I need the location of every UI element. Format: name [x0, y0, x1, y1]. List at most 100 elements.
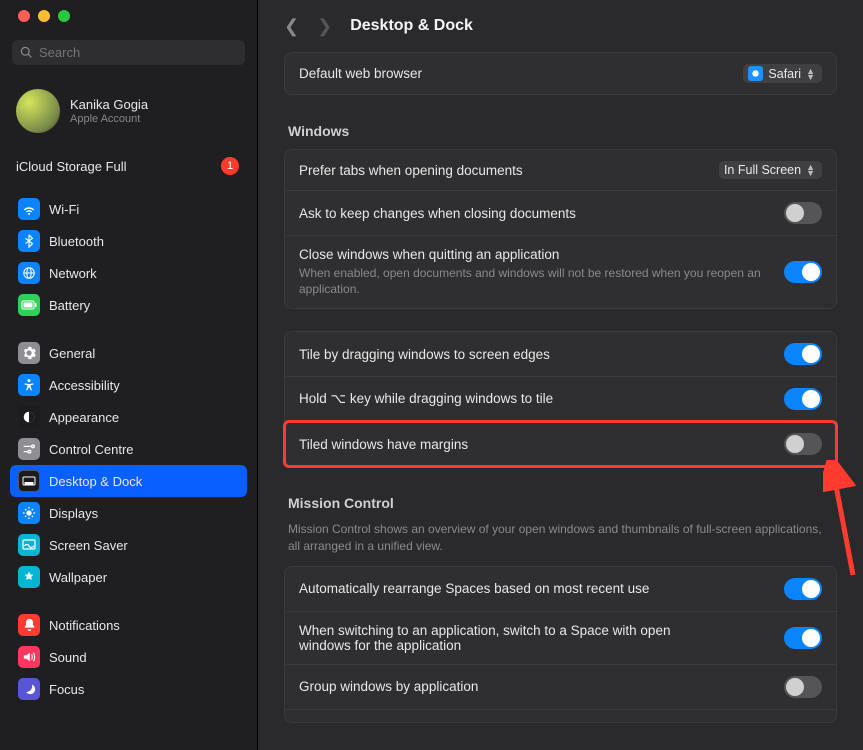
sidebar-item-label: Focus: [49, 682, 84, 697]
accessibility-icon: [18, 374, 40, 396]
sidebar-item-desktop-dock[interactable]: Desktop & Dock: [10, 465, 247, 497]
icloud-badge: 1: [221, 157, 239, 175]
close-windows-label: Close windows when quitting an applicati…: [299, 247, 772, 262]
windows-group-1: Prefer tabs when opening documents In Fu…: [284, 149, 837, 309]
sidebar-item-label: Sound: [49, 650, 87, 665]
sidebar-item-label: General: [49, 346, 95, 361]
mission-heading: Mission Control: [284, 489, 837, 521]
battery-icon: [18, 294, 40, 316]
focus-icon: [18, 678, 40, 700]
account-name: Kanika Gogia: [70, 97, 148, 114]
sidebar-item-label: Bluetooth: [49, 234, 104, 249]
default-browser-row: Default web browser Safari ▲▼: [285, 53, 836, 94]
displays-icon: [18, 502, 40, 524]
sidebar-item-label: Wi-Fi: [49, 202, 79, 217]
window-controls: [0, 10, 257, 36]
bluetooth-icon: [18, 230, 40, 252]
tiled-margins-label: Tiled windows have margins: [299, 437, 468, 452]
prefer-tabs-label: Prefer tabs when opening documents: [299, 163, 523, 178]
sidebar-item-wallpaper[interactable]: Wallpaper: [10, 561, 247, 593]
wallpaper-icon: [18, 566, 40, 588]
sidebar-item-focus[interactable]: Focus: [10, 673, 247, 705]
sidebar-item-displays[interactable]: Displays: [10, 497, 247, 529]
tile-drag-switch[interactable]: [784, 343, 822, 365]
default-browser-group: Default web browser Safari ▲▼: [284, 52, 837, 95]
mission-sub: Mission Control shows an overview of you…: [284, 521, 837, 565]
group-windows-row: Group windows by application: [285, 665, 836, 710]
wifi-icon: [18, 198, 40, 220]
sidebar-item-label: Battery: [49, 298, 90, 313]
default-browser-select[interactable]: Safari ▲▼: [743, 64, 822, 83]
ask-keep-row: Ask to keep changes when closing documen…: [285, 191, 836, 236]
sidebar-item-label: Wallpaper: [49, 570, 107, 585]
sidebar-item-label: Network: [49, 266, 97, 281]
close-windows-row: Close windows when quitting an applicati…: [285, 236, 836, 308]
auto-rearrange-row: Automatically rearrange Spaces based on …: [285, 567, 836, 612]
group-windows-switch[interactable]: [784, 676, 822, 698]
sidebar-item-label: Screen Saver: [49, 538, 128, 553]
windows-heading: Windows: [284, 117, 837, 149]
chevron-updown-icon: ▲▼: [806, 68, 815, 80]
icloud-storage-row[interactable]: iCloud Storage Full 1: [0, 151, 257, 193]
search-field[interactable]: [39, 45, 237, 60]
prefer-tabs-select[interactable]: In Full Screen ▲▼: [719, 161, 822, 179]
search-icon: [20, 46, 33, 59]
network-icon: [18, 262, 40, 284]
mission-group: Automatically rearrange Spaces based on …: [284, 566, 837, 723]
ask-keep-switch[interactable]: [784, 202, 822, 224]
gear-icon: [18, 342, 40, 364]
tiled-margins-switch[interactable]: [784, 433, 822, 455]
sound-icon: [18, 646, 40, 668]
sidebar-item-label: Desktop & Dock: [49, 474, 142, 489]
switch-space-label: When switching to an application, switch…: [299, 623, 719, 653]
sidebar-item-sound[interactable]: Sound: [10, 641, 247, 673]
sidebar-item-label: Displays: [49, 506, 98, 521]
back-button[interactable]: ❮: [284, 16, 299, 37]
hold-opt-label: Hold ⌥ key while dragging windows to til…: [299, 391, 553, 407]
sidebar-item-appearance[interactable]: Appearance: [10, 401, 247, 433]
desktop-dock-icon: [18, 470, 40, 492]
close-windows-sub: When enabled, open documents and windows…: [299, 265, 772, 297]
default-browser-value: Safari: [768, 67, 801, 81]
sidebar-item-bluetooth[interactable]: Bluetooth: [10, 225, 247, 257]
sidebar-item-screen-saver[interactable]: Screen Saver: [10, 529, 247, 561]
sidebar-item-notifications[interactable]: Notifications: [10, 609, 247, 641]
tile-drag-label: Tile by dragging windows to screen edges: [299, 347, 550, 362]
default-browser-label: Default web browser: [299, 66, 422, 81]
switch-space-switch[interactable]: [784, 627, 822, 649]
sidebar-item-label: Notifications: [49, 618, 120, 633]
sidebar-item-network[interactable]: Network: [10, 257, 247, 289]
group-windows-label: Group windows by application: [299, 679, 478, 694]
sidebar-item-label: Accessibility: [49, 378, 120, 393]
account-row[interactable]: Kanika Gogia Apple Account: [0, 81, 257, 151]
close-windows-switch[interactable]: [784, 261, 822, 283]
avatar: [16, 89, 60, 133]
search-input[interactable]: [12, 40, 245, 65]
switch-space-row: When switching to an application, switch…: [285, 612, 836, 665]
minimize-window-button[interactable]: [38, 10, 50, 22]
account-subtitle: Apple Account: [70, 113, 148, 125]
appearance-icon: [18, 406, 40, 428]
maximize-window-button[interactable]: [58, 10, 70, 22]
main-panel: ❮ ❯ Desktop & Dock Default web browser S…: [258, 0, 863, 750]
sidebar-item-general[interactable]: General: [10, 337, 247, 369]
sidebar-item-battery[interactable]: Battery: [10, 289, 247, 321]
prefer-tabs-value: In Full Screen: [724, 163, 801, 177]
auto-rearrange-switch[interactable]: [784, 578, 822, 600]
close-window-button[interactable]: [18, 10, 30, 22]
mission-extra-row: [285, 710, 836, 722]
prefer-tabs-row: Prefer tabs when opening documents In Fu…: [285, 150, 836, 191]
tile-drag-row: Tile by dragging windows to screen edges: [285, 332, 836, 377]
sidebar-item-control-centre[interactable]: Control Centre: [10, 433, 247, 465]
page-title: Desktop & Dock: [350, 17, 473, 35]
ask-keep-label: Ask to keep changes when closing documen…: [299, 206, 576, 221]
screen-saver-icon: [18, 534, 40, 556]
safari-icon: [748, 66, 763, 81]
sidebar-item-wifi[interactable]: Wi-Fi: [10, 193, 247, 225]
forward-button[interactable]: ❯: [317, 16, 332, 37]
hold-opt-switch[interactable]: [784, 388, 822, 410]
sidebar: Kanika Gogia Apple Account iCloud Storag…: [0, 0, 258, 750]
sidebar-item-label: Appearance: [49, 410, 119, 425]
sidebar-item-accessibility[interactable]: Accessibility: [10, 369, 247, 401]
tiled-margins-row: Tiled windows have margins: [285, 422, 836, 466]
